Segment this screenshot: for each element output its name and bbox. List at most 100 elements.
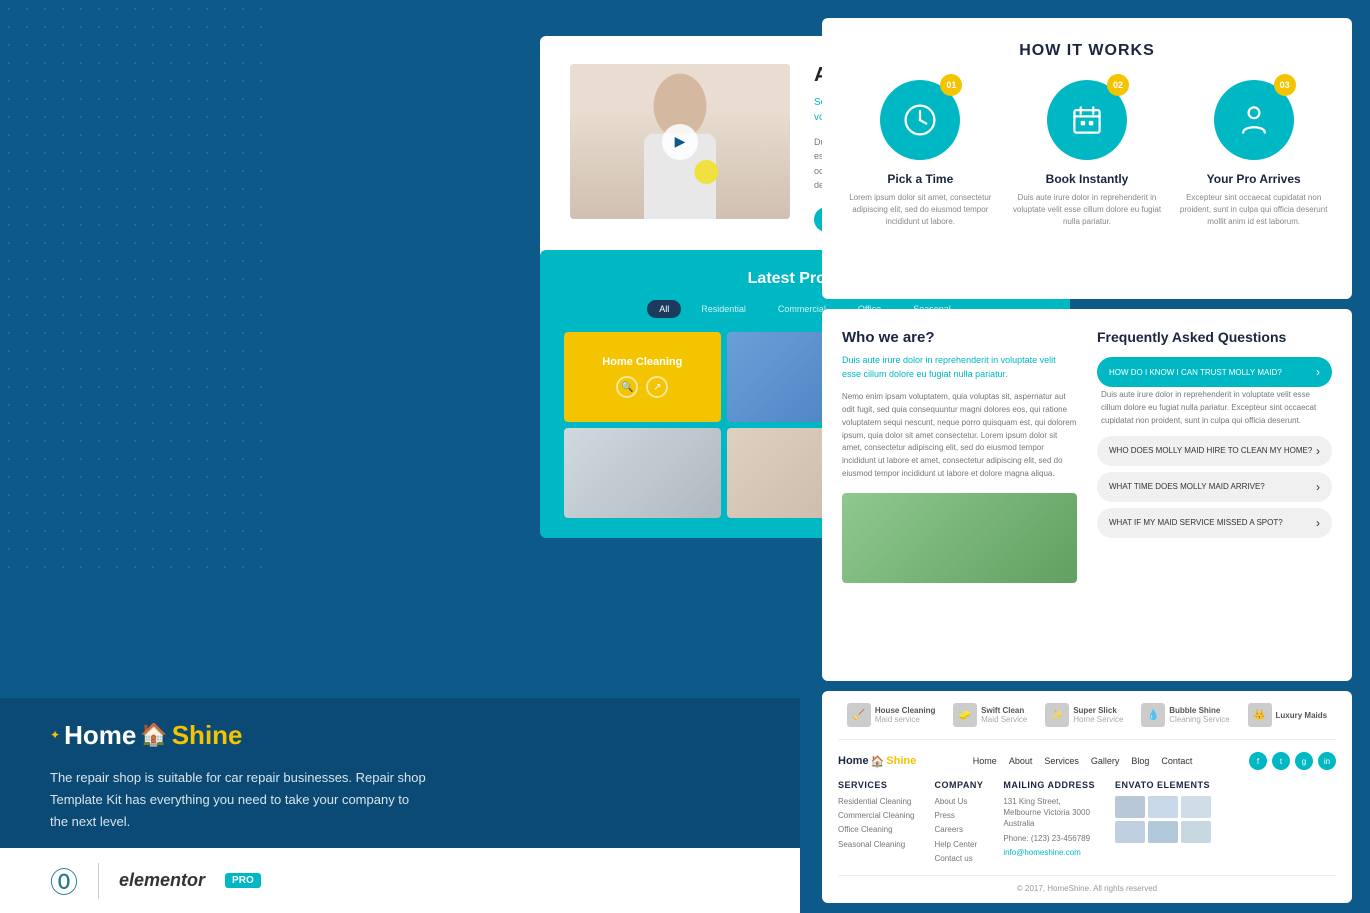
brand-home: Home [64, 720, 136, 751]
mailing-col-title: MAILING ADDRESS [1003, 780, 1095, 790]
twitter-icon[interactable]: t [1272, 752, 1290, 770]
partner-3-name: Super SlickHome Service [1073, 706, 1123, 724]
project-item-3[interactable] [564, 428, 721, 518]
company-press[interactable]: Press [934, 810, 983, 821]
partner-5-icon: 👑 [1248, 703, 1272, 727]
faq-arrow-4: › [1316, 516, 1320, 530]
brand-logo: ✦ Home 🏠 Shine [50, 720, 770, 751]
who-image [842, 493, 1077, 583]
footer-logo: Home 🏠 Shine [838, 755, 916, 768]
project-featured-title: Home Cleaning [602, 356, 682, 368]
step-3-circle: 03 [1214, 80, 1294, 160]
faq-item-1[interactable]: HOW DO I KNOW I CAN TRUST MOLLY MAID? › [1097, 357, 1332, 387]
footer-card: 🧹 House CleaningMaid service 🧽 Swift Cle… [822, 691, 1352, 903]
partner-4-icon: 💧 [1141, 703, 1165, 727]
link-icon[interactable]: ↗ [646, 376, 668, 398]
step-1-title: Pick a Time [887, 172, 953, 186]
envato-col-title: ENVATO ELEMENTS [1115, 780, 1211, 790]
thumb-6 [1181, 821, 1211, 843]
faq-title: Frequently Asked Questions [1097, 329, 1332, 345]
faq-col: Frequently Asked Questions HOW DO I KNOW… [1097, 329, 1332, 661]
step-2: 02 Book Instantly Duis aute irure dolor … [1009, 80, 1166, 228]
faq-answer-1: Duis aute irure dolor in reprehenderit i… [1097, 389, 1332, 427]
brand-shine: Shine [172, 720, 243, 751]
star-icon: ✦ [50, 728, 60, 742]
kid-figure [842, 493, 1077, 583]
who-description: Nemo enim ipsam voluptatem, quia volupta… [842, 391, 1077, 481]
mailing-email[interactable]: info@homeshine.com [1003, 847, 1095, 858]
footer-envato-col: ENVATO ELEMENTS [1115, 780, 1211, 867]
service-commercial[interactable]: Commercial Cleaning [838, 810, 914, 821]
partner-1-name: House CleaningMaid service [875, 706, 935, 724]
mailing-address: 131 King Street,Melbourne Victoria 3000A… [1003, 796, 1095, 830]
step-3-number: 03 [1274, 74, 1296, 96]
partner-1-icon: 🧹 [847, 703, 871, 727]
who-subtitle: Duis aute irure dolor in reprehenderit i… [842, 354, 1077, 381]
step-1: 01 Pick a Time Lorem ipsum dolor sit ame… [842, 80, 999, 228]
video-thumbnail[interactable]: ▶ [570, 64, 790, 219]
company-contact[interactable]: Contact us [934, 853, 983, 864]
facebook-icon[interactable]: f [1249, 752, 1267, 770]
company-about[interactable]: About Us [934, 796, 983, 807]
footer-navigation: Home About Services Gallery Blog Contact [973, 756, 1193, 766]
right-column: HOW IT WORKS 01 Pick a Time Lorem ipsum … [812, 0, 1370, 913]
footer-nav-services[interactable]: Services [1044, 756, 1079, 766]
mailing-phone: Phone: (123) 23-456789 [1003, 833, 1095, 844]
faq-item-2[interactable]: WHO DOES MOLLY MAID HIRE TO CLEAN MY HOM… [1097, 436, 1332, 466]
footer-logo-icon: 🏠 [871, 755, 885, 768]
who-col: Who we are? Duis aute irure dolor in rep… [842, 329, 1077, 661]
company-careers[interactable]: Careers [934, 824, 983, 835]
footer-nav-gallery[interactable]: Gallery [1091, 756, 1120, 766]
step-3-title: Your Pro Arrives [1207, 172, 1301, 186]
service-residential[interactable]: Residential Cleaning [838, 796, 914, 807]
partner-1: 🧹 House CleaningMaid service [847, 703, 935, 727]
partner-2-name: Swift CleanMaid Service [981, 706, 1027, 724]
thumb-1 [1115, 796, 1145, 818]
footer-nav-contact[interactable]: Contact [1161, 756, 1192, 766]
step-1-number: 01 [940, 74, 962, 96]
partner-5: 👑 Luxury Maids [1248, 703, 1328, 727]
service-seasonal[interactable]: Seasonal Cleaning [838, 839, 914, 850]
company-help[interactable]: Help Center [934, 839, 983, 850]
footer-copyright: © 2017, HomeShine. All rights reserved [838, 875, 1336, 893]
footer-services-col: SERVICES Residential Cleaning Commercial… [838, 780, 914, 867]
project-item-featured[interactable]: Home Cleaning 🔍 ↗ [564, 332, 721, 422]
footer-company-col: COMPANY About Us Press Careers Help Cent… [934, 780, 983, 867]
step-1-circle: 01 [880, 80, 960, 160]
footer-logo-home: Home [838, 755, 869, 767]
footer-bar: ⓪ elementor PRO [0, 848, 800, 913]
filter-all[interactable]: All [647, 300, 681, 318]
footer-nav-blog[interactable]: Blog [1131, 756, 1149, 766]
step-3: 03 Your Pro Arrives Excepteur sint occae… [1175, 80, 1332, 228]
google-icon[interactable]: g [1295, 752, 1313, 770]
play-button[interactable]: ▶ [662, 124, 698, 160]
footer-thumbnails [1115, 796, 1211, 843]
partners-row: 🧹 House CleaningMaid service 🧽 Swift Cle… [838, 703, 1336, 740]
step-1-desc: Lorem ipsum dolor sit amet, consectetur … [842, 192, 999, 228]
partner-2-icon: 🧽 [953, 703, 977, 727]
service-office[interactable]: Office Cleaning [838, 824, 914, 835]
partner-4-name: Bubble ShineCleaning Service [1169, 706, 1229, 724]
step-2-number: 02 [1107, 74, 1129, 96]
faq-arrow-3: › [1316, 480, 1320, 494]
thumb-5 [1148, 821, 1178, 843]
footer-columns: SERVICES Residential Cleaning Commercial… [838, 780, 1336, 867]
filter-residential[interactable]: Residential [689, 300, 758, 318]
how-it-works-title: HOW IT WORKS [842, 42, 1332, 60]
calendar-icon [1069, 102, 1105, 138]
partner-2: 🧽 Swift CleanMaid Service [953, 703, 1027, 727]
thumb-2 [1148, 796, 1178, 818]
faq-arrow-1: › [1316, 365, 1320, 379]
footer-nav-home[interactable]: Home [973, 756, 997, 766]
partner-5-name: Luxury Maids [1276, 711, 1328, 720]
clock-icon [902, 102, 938, 138]
instagram-icon[interactable]: in [1318, 752, 1336, 770]
footer-social: f t g in [1249, 752, 1336, 770]
faq-item-3[interactable]: WHAT TIME DOES MOLLY MAID ARRIVE? › [1097, 472, 1332, 502]
search-icon[interactable]: 🔍 [616, 376, 638, 398]
footer-nav-about[interactable]: About [1009, 756, 1033, 766]
background-dots [0, 0, 270, 570]
thumb-3 [1181, 796, 1211, 818]
partner-3-icon: ✨ [1045, 703, 1069, 727]
faq-item-4[interactable]: WHAT IF MY MAID SERVICE MISSED A SPOT? › [1097, 508, 1332, 538]
